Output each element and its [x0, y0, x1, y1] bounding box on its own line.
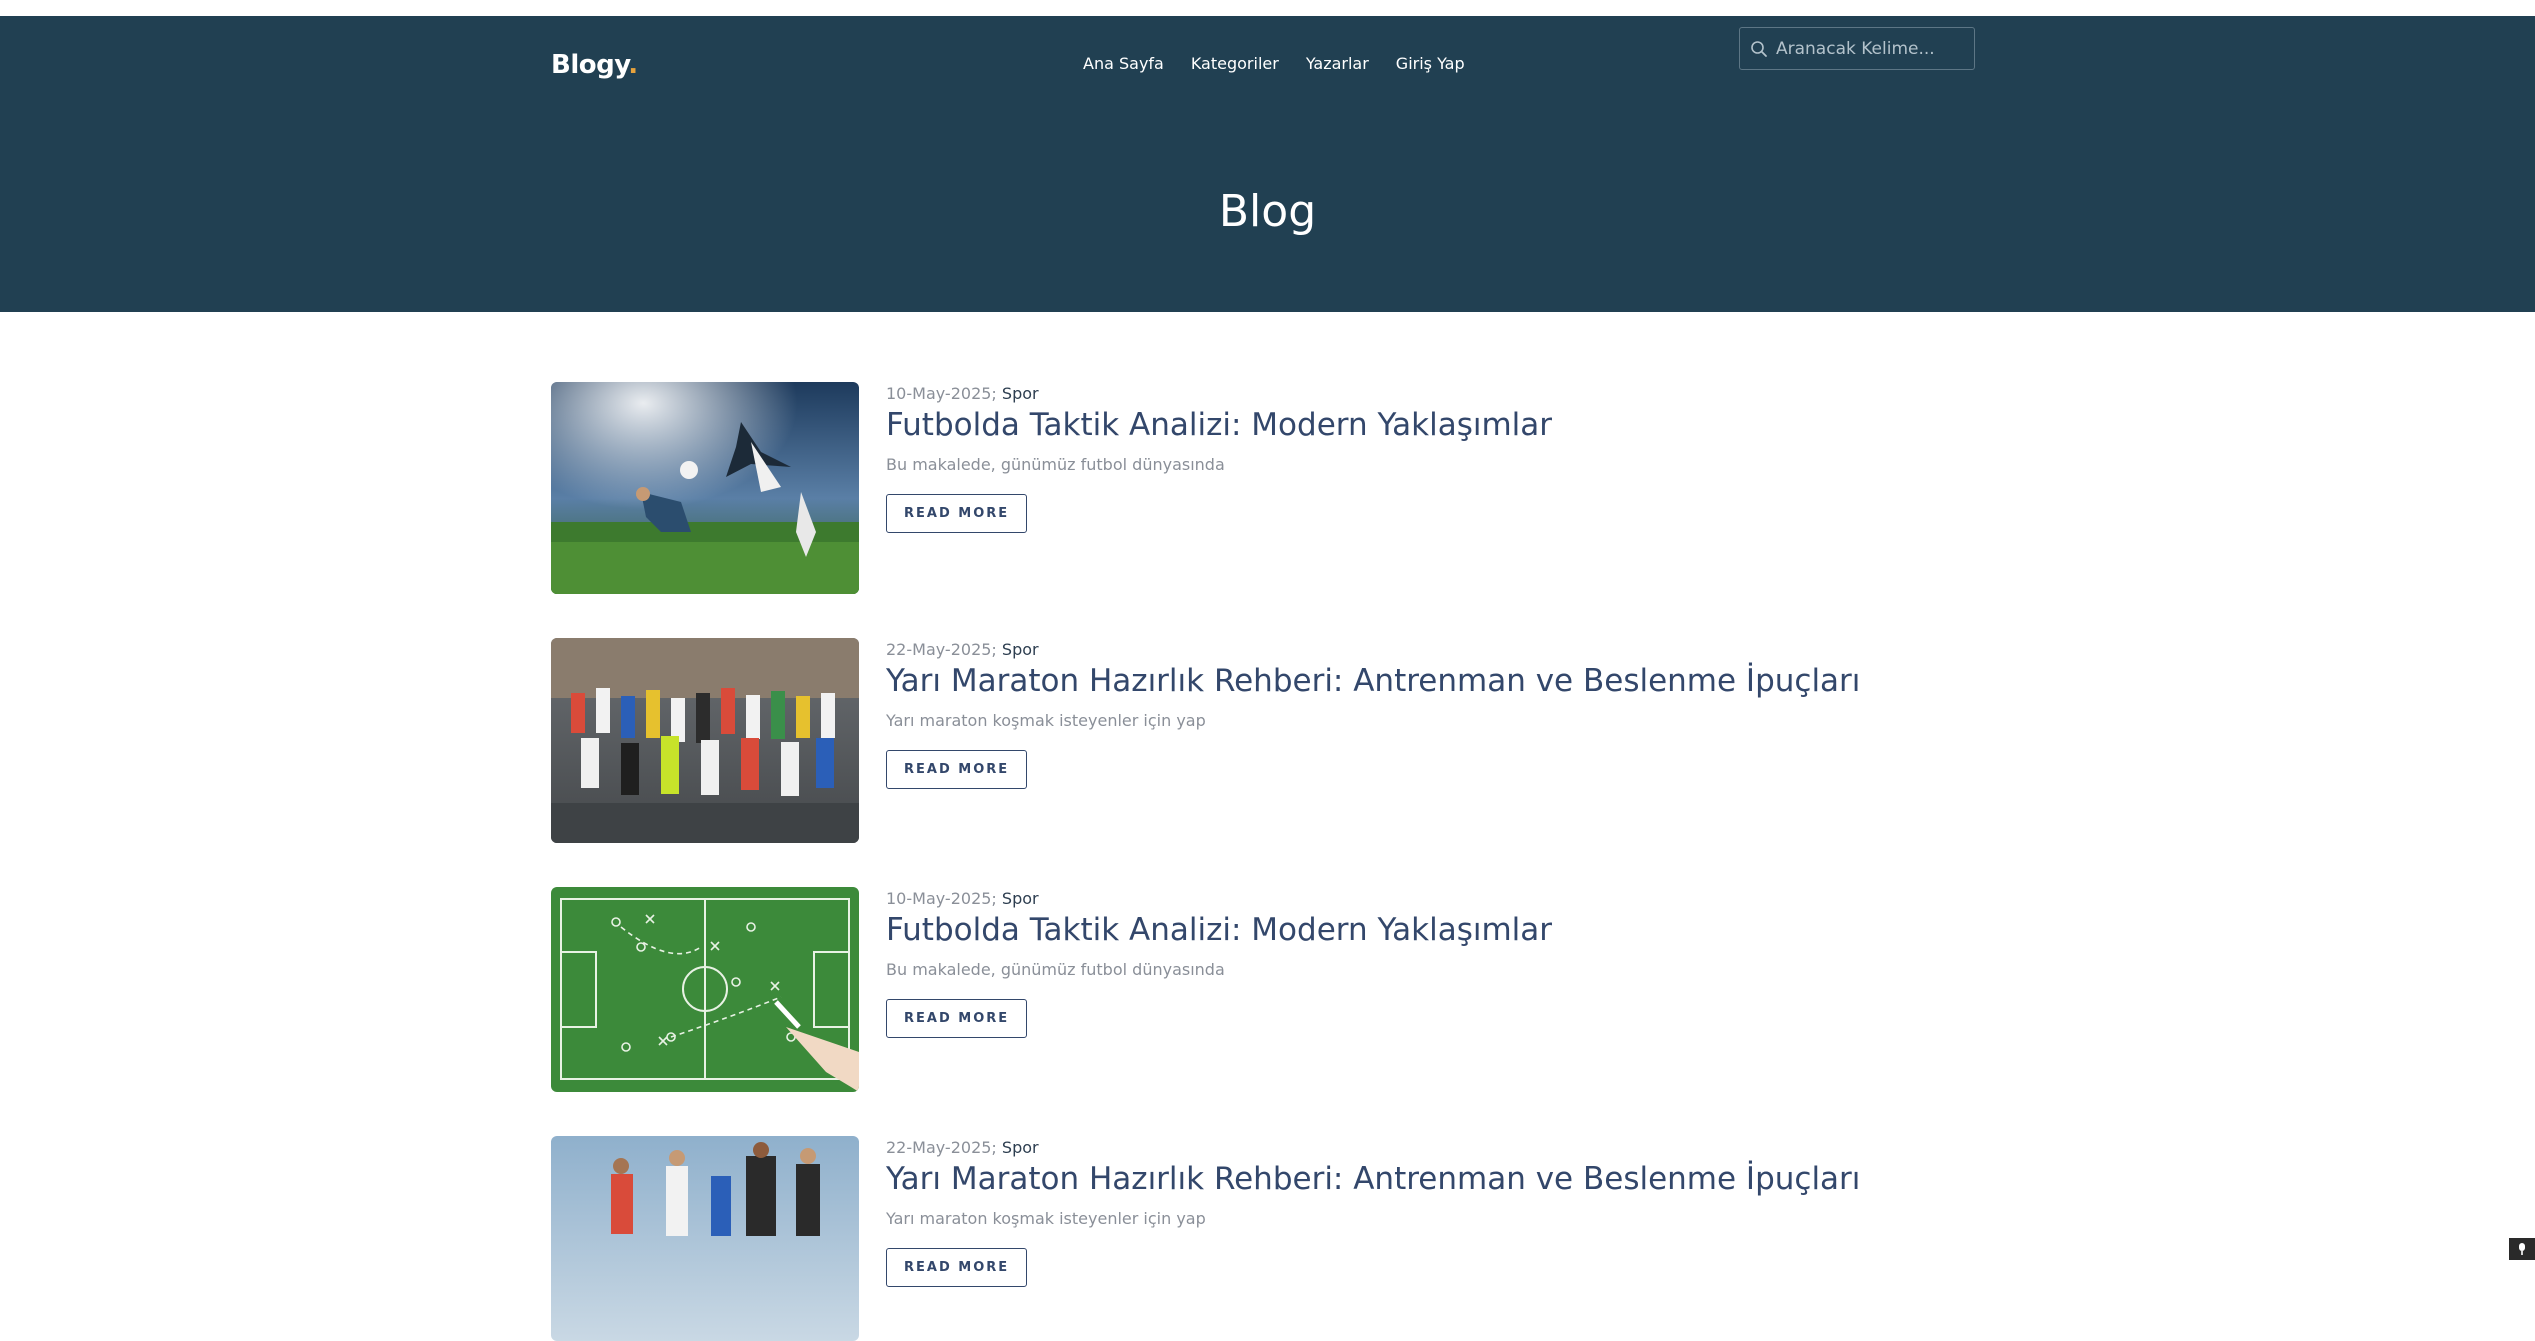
post-excerpt: Bu makalede, günümüz futbol dünyasında [886, 455, 1552, 474]
download-icon[interactable] [2509, 1238, 2535, 1260]
post-content: 22-May-2025; Spor Yarı Maraton Hazırlık … [886, 638, 1860, 843]
site-header: Blogy. Ana Sayfa Kategoriler Yazarlar Gi… [0, 16, 2535, 312]
read-more-button[interactable]: READ MORE [886, 750, 1027, 789]
post-title[interactable]: Yarı Maraton Hazırlık Rehberi: Antrenman… [886, 1161, 1860, 1197]
post-image-runners-sky[interactable] [551, 1136, 859, 1341]
read-more-button[interactable]: READ MORE [886, 999, 1027, 1038]
brand-name: Blogy [551, 50, 628, 80]
search-input[interactable] [1774, 38, 1948, 60]
post-item: 22-May-2025; Spor Yarı Maraton Hazırlık … [551, 638, 1860, 843]
post-title[interactable]: Futbolda Taktik Analizi: Modern Yaklaşım… [886, 407, 1552, 443]
post-date: 22-May-2025; [886, 1138, 997, 1157]
post-image-football-stadium[interactable] [551, 382, 859, 594]
brand-logo[interactable]: Blogy. [551, 50, 638, 80]
page-title: Blog [0, 186, 2535, 237]
post-date: 10-May-2025; [886, 384, 997, 403]
top-strip [0, 0, 2535, 16]
post-excerpt: Yarı maraton koşmak isteyenler için yap [886, 1209, 1860, 1228]
post-title[interactable]: Futbolda Taktik Analizi: Modern Yaklaşım… [886, 912, 1552, 948]
post-content: 22-May-2025; Spor Yarı Maraton Hazırlık … [886, 1136, 1860, 1341]
brand-dot: . [628, 50, 637, 80]
post-date: 10-May-2025; [886, 889, 997, 908]
post-meta: 22-May-2025; Spor [886, 1138, 1860, 1157]
post-category[interactable]: Spor [1002, 889, 1039, 908]
post-image-tactics-board[interactable] [551, 887, 859, 1092]
read-more-button[interactable]: READ MORE [886, 494, 1027, 533]
post-meta: 10-May-2025; Spor [886, 384, 1552, 403]
post-category[interactable]: Spor [1002, 384, 1039, 403]
post-content: 10-May-2025; Spor Futbolda Taktik Analiz… [886, 382, 1552, 594]
post-title[interactable]: Yarı Maraton Hazırlık Rehberi: Antrenman… [886, 663, 1860, 699]
post-content: 10-May-2025; Spor Futbolda Taktik Analiz… [886, 887, 1552, 1092]
post-meta: 10-May-2025; Spor [886, 889, 1552, 908]
nav-item-categories[interactable]: Kategoriler [1191, 54, 1279, 73]
read-more-button[interactable]: READ MORE [886, 1248, 1027, 1287]
nav-item-authors[interactable]: Yazarlar [1306, 54, 1369, 73]
post-item: 22-May-2025; Spor Yarı Maraton Hazırlık … [551, 1136, 1860, 1341]
post-meta: 22-May-2025; Spor [886, 640, 1860, 659]
post-item: 10-May-2025; Spor Futbolda Taktik Analiz… [551, 887, 1552, 1092]
main-nav: Ana Sayfa Kategoriler Yazarlar Giriş Yap [1083, 54, 1465, 73]
post-item: 10-May-2025; Spor Futbolda Taktik Analiz… [551, 382, 1552, 594]
post-category[interactable]: Spor [1002, 640, 1039, 659]
post-excerpt: Yarı maraton koşmak isteyenler için yap [886, 711, 1860, 730]
post-image-marathon-runners[interactable] [551, 638, 859, 843]
post-category[interactable]: Spor [1002, 1138, 1039, 1157]
nav-item-home[interactable]: Ana Sayfa [1083, 54, 1164, 73]
nav-item-login[interactable]: Giriş Yap [1396, 54, 1465, 73]
search-box [1739, 27, 1975, 70]
post-date: 22-May-2025; [886, 640, 997, 659]
post-excerpt: Bu makalede, günümüz futbol dünyasında [886, 960, 1552, 979]
search-icon [1750, 40, 1768, 58]
